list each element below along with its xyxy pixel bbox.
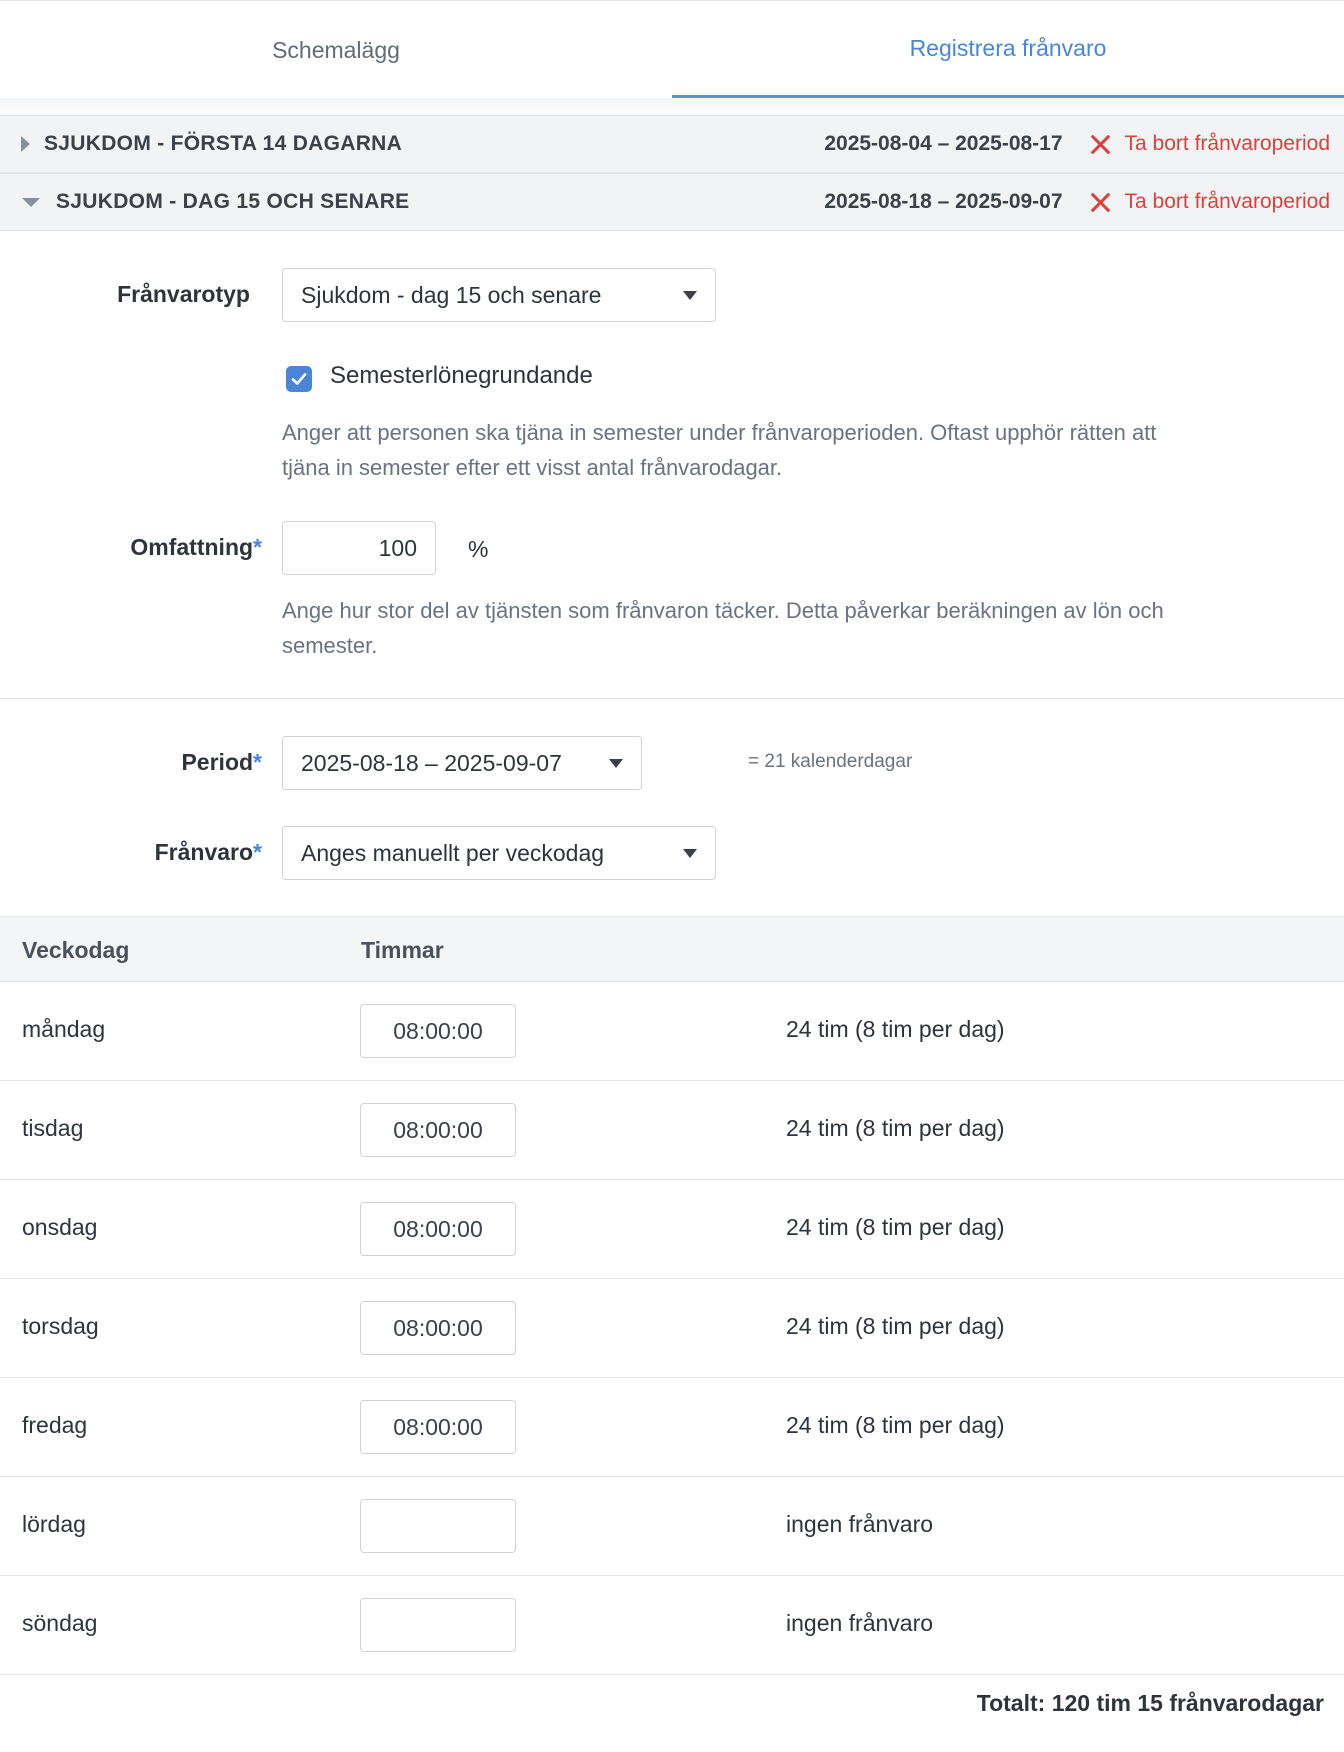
dropdown-arrow-icon: [683, 849, 697, 858]
period-dates: 2025-08-04 – 2025-08-17: [824, 132, 1063, 155]
scope-input[interactable]: 100: [282, 521, 436, 575]
absence-type-label: Frånvarotyp: [117, 281, 250, 307]
period-label: Period*: [181, 749, 262, 775]
required-marker: *: [253, 534, 262, 560]
period-header-1[interactable]: SJUKDOM - FÖRSTA 14 DAGARNA 2025-08-04 –…: [0, 115, 1344, 173]
weekday-name: fredag: [22, 1412, 88, 1438]
tab-schemalagg[interactable]: Schemalägg: [0, 1, 672, 99]
period-title: SJUKDOM - DAG 15 OCH SENARE: [56, 190, 410, 213]
weekday-name: måndag: [22, 1016, 106, 1042]
dropdown-arrow-icon: [683, 291, 697, 300]
scope-help: Ange hur stor del av tjänsten som frånva…: [282, 598, 1164, 658]
hours-input[interactable]: [360, 1499, 516, 1553]
total-summary: Totalt: 120 tim 15 frånvarodagar: [976, 1690, 1324, 1716]
tab-registrera-franvaro[interactable]: Registrera frånvaro: [672, 1, 1344, 99]
scope-label: Omfattning*: [130, 534, 262, 560]
table-row: måndag 08:00:00 24 tim (8 tim per dag): [0, 982, 1344, 1081]
table-row: lördag ingen frånvaro: [0, 1477, 1344, 1576]
checkmark-icon: [291, 373, 307, 385]
required-marker: *: [253, 749, 262, 775]
hours-summary: 24 tim (8 tim per dag): [786, 1016, 1005, 1042]
table-row: söndag ingen frånvaro: [0, 1576, 1344, 1675]
weekday-name: söndag: [22, 1610, 98, 1636]
period-value: 2025-08-18 – 2025-09-07: [301, 749, 562, 776]
remove-period-label: Ta bort frånvaroperiod: [1124, 132, 1330, 155]
table-row: torsdag 08:00:00 24 tim (8 tim per dag): [0, 1279, 1344, 1378]
hours-input[interactable]: 08:00:00: [360, 1103, 516, 1157]
period-title: SJUKDOM - FÖRSTA 14 DAGARNA: [44, 132, 403, 155]
tabs-shadow: [0, 98, 1344, 116]
required-marker: *: [253, 839, 262, 865]
hours-summary: ingen frånvaro: [786, 1610, 934, 1636]
absence-mode-select[interactable]: Anges manuellt per veckodag: [282, 826, 716, 880]
period-header-2[interactable]: SJUKDOM - DAG 15 OCH SENARE 2025-08-18 –…: [0, 173, 1344, 231]
column-header-weekday: Veckodag: [22, 937, 130, 963]
vacation-pay-label: Semesterlönegrundande: [330, 362, 593, 389]
table-row: tisdag 08:00:00 24 tim (8 tim per dag): [0, 1081, 1344, 1180]
vacation-pay-checkbox[interactable]: [286, 366, 312, 392]
calendar-days-count: = 21 kalenderdagar: [748, 751, 913, 772]
tab-bar: Schemalägg Registrera frånvaro: [0, 0, 1344, 99]
caret-right-icon: [20, 136, 30, 152]
remove-period-button[interactable]: Ta bort frånvaroperiod: [1089, 190, 1330, 214]
vacation-pay-help: Anger att personen ska tjäna in semester…: [282, 420, 1157, 480]
hours-input[interactable]: 08:00:00: [360, 1301, 516, 1355]
column-header-hours: Timmar: [361, 937, 444, 963]
period-dates: 2025-08-18 – 2025-09-07: [824, 190, 1063, 213]
absence-mode-value: Anges manuellt per veckodag: [301, 839, 605, 866]
close-icon: [1089, 191, 1111, 213]
hours-summary: ingen frånvaro: [786, 1511, 934, 1537]
absence-type-value: Sjukdom - dag 15 och senare: [301, 281, 602, 308]
section-divider: [0, 698, 1344, 699]
weekday-name: torsdag: [22, 1313, 99, 1339]
absence-type-select[interactable]: Sjukdom - dag 15 och senare: [282, 268, 716, 322]
caret-down-icon: [22, 197, 40, 207]
hours-summary: 24 tim (8 tim per dag): [786, 1313, 1005, 1339]
dropdown-arrow-icon: [609, 759, 623, 768]
absence-label: Frånvaro*: [154, 839, 262, 865]
weekday-name: onsdag: [22, 1214, 98, 1240]
weekday-table-header: Veckodag Timmar: [0, 916, 1344, 982]
hours-input[interactable]: 08:00:00: [360, 1400, 516, 1454]
remove-period-button[interactable]: Ta bort frånvaroperiod: [1089, 132, 1330, 156]
weekday-name: tisdag: [22, 1115, 84, 1141]
close-icon: [1089, 133, 1111, 155]
table-row: fredag 08:00:00 24 tim (8 tim per dag): [0, 1378, 1344, 1477]
hours-summary: 24 tim (8 tim per dag): [786, 1412, 1005, 1438]
hours-summary: 24 tim (8 tim per dag): [786, 1115, 1005, 1141]
hours-input[interactable]: 08:00:00: [360, 1004, 516, 1058]
hours-summary: 24 tim (8 tim per dag): [786, 1214, 1005, 1240]
scope-unit: %: [468, 536, 489, 562]
weekday-name: lördag: [22, 1511, 86, 1537]
period-select[interactable]: 2025-08-18 – 2025-09-07: [282, 736, 642, 790]
hours-input[interactable]: [360, 1598, 516, 1652]
hours-input[interactable]: 08:00:00: [360, 1202, 516, 1256]
table-row: onsdag 08:00:00 24 tim (8 tim per dag): [0, 1180, 1344, 1279]
remove-period-label: Ta bort frånvaroperiod: [1124, 190, 1330, 213]
